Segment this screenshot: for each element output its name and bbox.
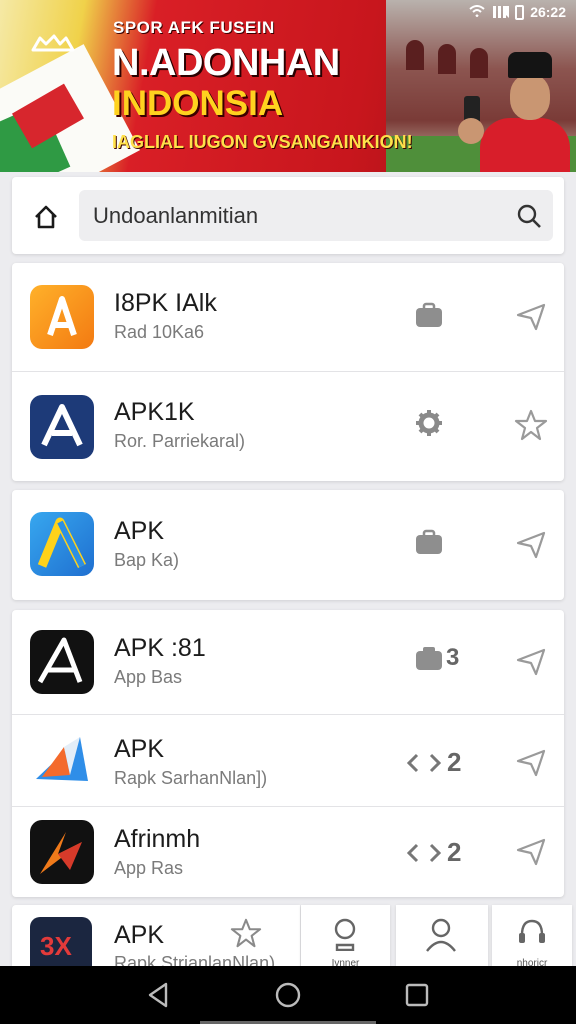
count-badge: 2 (447, 837, 462, 867)
star-icon[interactable] (514, 644, 548, 678)
briefcase-icon[interactable] (414, 301, 444, 334)
app-name: APK (114, 517, 165, 545)
system-navigation-bar (0, 966, 576, 1024)
count-badge: 3 (446, 644, 460, 671)
app-subtitle: Rapk SarhanNlan]) (114, 768, 268, 788)
list-item[interactable]: Afrinmh App Ras 2 (12, 807, 564, 897)
app-icon-text: 3X (40, 931, 72, 961)
list-item[interactable]: 3X APK Rapk StrianlanNlan) (12, 905, 300, 967)
search-header (12, 177, 564, 254)
status-time: 26:22 (530, 4, 566, 20)
app-name: APK (114, 921, 165, 949)
app-subtitle: Ror. Parriekaral) (114, 431, 246, 451)
app-subtitle: App Bas (114, 667, 183, 687)
app-name: Afrinmh (114, 825, 201, 853)
person-icon (424, 917, 458, 958)
code-icon[interactable]: 2 (407, 747, 461, 778)
orange-a-icon (30, 285, 94, 349)
code-icon[interactable]: 2 (407, 837, 461, 868)
app-subtitle: App Ras (114, 858, 184, 878)
count-badge: 2 (447, 747, 462, 777)
recents-icon[interactable] (402, 980, 432, 1010)
banner-kicker: SPOR AFK FUSEIN (113, 18, 275, 37)
app-subtitle: Rapk StrianlanNlan) (114, 953, 276, 967)
wifi-icon (469, 4, 485, 20)
star-icon[interactable] (514, 408, 548, 442)
star-icon[interactable] (514, 299, 548, 333)
tab-profile[interactable] (396, 905, 488, 967)
camera-icon[interactable]: 3 (414, 644, 459, 672)
app-name: I8PK IAlk (114, 289, 217, 317)
star-icon[interactable] (514, 745, 548, 779)
list-item[interactable]: APK Rapk SarhanNlan]) 2 (12, 715, 564, 807)
search-input[interactable] (93, 190, 493, 241)
navy-a-icon (30, 395, 94, 459)
battery-icon (515, 4, 525, 20)
app-subtitle: Rad 10Ka6 (114, 322, 205, 342)
promo-banner[interactable]: SPOR AFK FUSEIN N.ADONHAN INDONSIA IAGLI… (0, 0, 576, 172)
list-item[interactable]: APK1K Ror. Parriekaral) (12, 372, 564, 481)
list-item[interactable]: I8PK IAlk Rad 10Ka6 (12, 263, 564, 372)
signal-icon (491, 6, 510, 18)
app-name: APK :81 (114, 634, 206, 662)
bull-logo-icon (30, 30, 76, 61)
briefcase-icon[interactable] (414, 528, 444, 561)
home-icon[interactable] (32, 203, 60, 231)
black-a-icon (30, 630, 94, 694)
back-icon[interactable] (144, 980, 174, 1010)
status-bar: 26:22 (469, 4, 566, 20)
star-icon[interactable] (514, 834, 548, 868)
list-item[interactable]: APK Bap Ka) (12, 490, 564, 600)
tab-support[interactable]: nhoricr (492, 905, 572, 967)
app-name: APK (114, 735, 165, 763)
app-name: APK1K (114, 398, 195, 426)
app-subtitle: Bap Ka) (114, 550, 180, 570)
app-list-card: APK Bap Ka) (12, 490, 564, 600)
banner-tagline: IAGLIAL IUGON GVSANGAINKION! (112, 132, 413, 152)
orange-x-icon (30, 820, 94, 884)
app-list-card: I8PK IAlk Rad 10Ka6 APK1K Ror. Parriekar… (12, 263, 564, 481)
banner-country: INDONSIA (112, 84, 284, 123)
star-icon[interactable] (514, 527, 548, 561)
banner-headline: N.ADONHAN (112, 42, 340, 84)
app-icon-3x: 3X (30, 917, 92, 967)
home-circle-icon[interactable] (273, 980, 303, 1010)
gear-icon[interactable] (414, 408, 444, 443)
person-photo (452, 48, 570, 172)
star-icon[interactable] (230, 917, 262, 954)
app-list-card: APK :81 App Bas 3 APK Rapk SarhanNlan]) … (12, 610, 564, 897)
search-icon[interactable] (515, 202, 543, 230)
tab-winner[interactable]: Ivnner (301, 905, 390, 967)
paper-plane-icon (30, 729, 94, 793)
support-icon (516, 917, 548, 956)
blue-yellow-a-icon (30, 512, 94, 576)
trophy-icon (329, 917, 361, 956)
list-item[interactable]: APK :81 App Bas 3 (12, 610, 564, 715)
search-box[interactable] (79, 190, 553, 241)
